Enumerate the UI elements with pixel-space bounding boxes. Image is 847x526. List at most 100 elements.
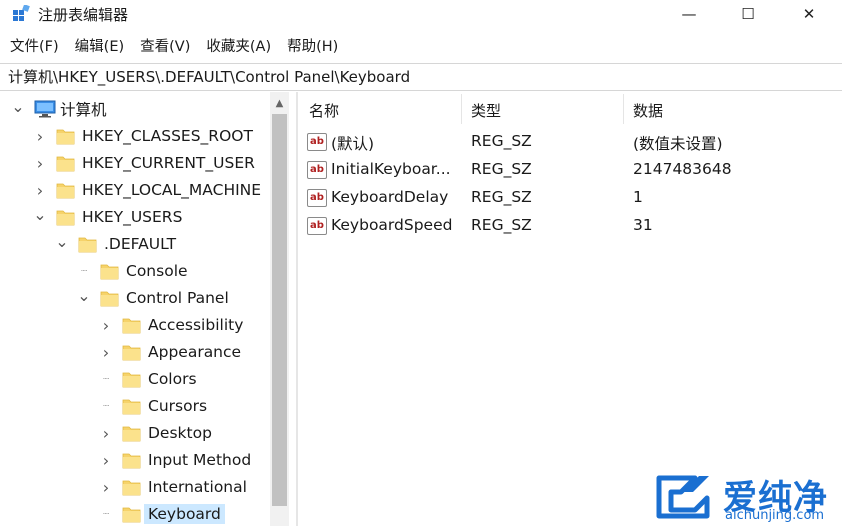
column-divider[interactable]	[461, 94, 462, 124]
watermark-logo-icon	[656, 475, 710, 519]
tree-item-hkey-users[interactable]: ⌄ HKEY_USERS	[33, 204, 183, 230]
maximize-button[interactable]: ☐	[725, 0, 771, 28]
list-header: 名称 类型 数据	[299, 92, 839, 126]
chevron-right-icon[interactable]: ›	[100, 343, 112, 362]
string-value-icon: ab	[307, 133, 327, 151]
tree-item-desktop[interactable]: › Desktop	[100, 420, 212, 446]
column-type-header[interactable]: 类型	[471, 100, 501, 121]
window-title: 注册表编辑器	[38, 6, 129, 24]
tree-item-international[interactable]: › International	[100, 474, 247, 500]
tree-connector-icon: ┈	[102, 508, 110, 520]
watermark: 爱纯净 aichunjing.com	[655, 470, 845, 526]
value-row[interactable]: ab InitialKeyboar... REG_SZ 2147483648	[299, 156, 839, 184]
tree-item-hkey-current-user[interactable]: › HKEY_CURRENT_USER	[34, 150, 255, 176]
tree-item-keyboard[interactable]: ┈ Keyboard	[100, 501, 225, 526]
tree-item-console[interactable]: ┈ Console	[78, 258, 188, 284]
tree-connector-icon: ┈	[102, 373, 110, 385]
chevron-down-icon[interactable]: ⌄	[33, 205, 46, 224]
tree-item-hkey-local-machine[interactable]: › HKEY_LOCAL_MACHINE	[34, 177, 261, 203]
value-row[interactable]: ab KeyboardSpeed REG_SZ 31	[299, 212, 839, 240]
tree-item-label: HKEY_CURRENT_USER	[82, 154, 255, 172]
value-type-cell: REG_SZ	[471, 132, 532, 150]
folder-icon	[122, 505, 141, 523]
menu-bar: 文件(F) 编辑(E) 查看(V) 收藏夹(A) 帮助(H)	[0, 34, 348, 60]
chevron-right-icon[interactable]: ›	[100, 424, 112, 443]
tree-item-label: Appearance	[148, 343, 242, 361]
folder-icon	[78, 235, 97, 253]
string-value-icon: ab	[307, 189, 327, 207]
tree-item-colors[interactable]: ┈ Colors	[100, 366, 197, 392]
folder-icon	[122, 397, 141, 415]
value-data-cell: 31	[633, 216, 653, 234]
menu-view[interactable]: 查看(V)	[134, 34, 196, 60]
tree-item-control-panel[interactable]: ⌄ Control Panel	[77, 285, 229, 311]
chevron-down-icon[interactable]: ⌄	[77, 286, 90, 305]
close-icon: ✕	[802, 5, 816, 23]
value-type-cell: REG_SZ	[471, 188, 532, 206]
tree-item-default[interactable]: ⌄ .DEFAULT	[55, 231, 177, 257]
tree-item-label: Keyboard	[144, 504, 225, 524]
title-bar: 注册表编辑器 — ☐ ✕	[0, 0, 847, 30]
chevron-right-icon[interactable]: ›	[100, 451, 112, 470]
value-row[interactable]: ab KeyboardDelay REG_SZ 1	[299, 184, 839, 212]
folder-icon	[56, 208, 75, 226]
chevron-right-icon[interactable]: ›	[34, 154, 46, 173]
menu-edit[interactable]: 编辑(E)	[69, 34, 130, 60]
watermark-url: aichunjing.com	[725, 508, 825, 523]
minimize-icon: —	[681, 5, 697, 23]
tree-item-hkey-classes-root[interactable]: › HKEY_CLASSES_ROOT	[34, 123, 253, 149]
tree-connector-icon: ┈	[80, 265, 88, 277]
scroll-up-arrow-icon[interactable]: ▲	[270, 96, 289, 110]
value-type-cell: REG_SZ	[471, 160, 532, 178]
tree-item-accessibility[interactable]: › Accessibility	[100, 312, 244, 338]
key-tree: ⌄ 计算机 › HKEY_CLASSES_ROOT › HKEY_CURRENT_USER…	[0, 92, 292, 526]
tree-item-[interactable]: ⌄ 计算机	[11, 96, 107, 122]
folder-icon	[122, 343, 141, 361]
chevron-right-icon[interactable]: ›	[34, 127, 46, 146]
folder-icon	[100, 262, 119, 280]
folder-icon	[122, 370, 141, 388]
tree-item-label: 计算机	[60, 101, 107, 119]
menu-favorites[interactable]: 收藏夹(A)	[200, 34, 277, 60]
address-bar[interactable]: 计算机\HKEY_USERS\.DEFAULT\Control Panel\Ke…	[0, 63, 842, 91]
folder-icon	[56, 127, 75, 145]
tree-item-label: International	[148, 478, 247, 496]
chevron-right-icon[interactable]: ›	[100, 478, 112, 497]
scrollbar-thumb[interactable]	[272, 114, 287, 506]
string-value-icon: ab	[307, 217, 327, 235]
maximize-icon: ☐	[741, 5, 755, 23]
column-name-header[interactable]: 名称	[309, 100, 339, 121]
menu-file[interactable]: 文件(F)	[0, 34, 65, 60]
menu-help[interactable]: 帮助(H)	[281, 34, 344, 60]
chevron-down-icon[interactable]: ⌄	[11, 97, 24, 116]
chevron-right-icon[interactable]: ›	[34, 181, 46, 200]
folder-icon	[122, 424, 141, 442]
tree-item-appearance[interactable]: › Appearance	[100, 339, 241, 365]
value-row[interactable]: ab (默认) REG_SZ (数值未设置)	[299, 128, 839, 156]
value-name-cell: InitialKeyboar...	[331, 160, 451, 178]
column-divider[interactable]	[623, 94, 624, 124]
string-value-icon: ab	[307, 161, 327, 179]
tree-item-label: Control Panel	[126, 289, 229, 307]
folder-icon	[100, 289, 119, 307]
tree-item-label: HKEY_USERS	[82, 208, 183, 226]
value-data-cell: (数值未设置)	[633, 135, 723, 153]
close-button[interactable]: ✕	[786, 0, 832, 28]
folder-icon	[122, 478, 141, 496]
folder-icon	[56, 181, 75, 199]
pane-splitter[interactable]	[296, 92, 298, 526]
tree-item-label: .DEFAULT	[104, 235, 177, 253]
chevron-right-icon[interactable]: ›	[100, 316, 112, 335]
folder-icon	[122, 316, 141, 334]
folder-icon	[56, 154, 75, 172]
value-name-cell: KeyboardDelay	[331, 188, 449, 206]
minimize-button[interactable]: —	[666, 0, 712, 28]
value-name-cell: (默认)	[331, 135, 375, 153]
chevron-down-icon[interactable]: ⌄	[55, 232, 68, 251]
tree-item-input-method[interactable]: › Input Method	[100, 447, 251, 473]
tree-connector-icon: ┈	[102, 400, 110, 412]
column-data-header[interactable]: 数据	[633, 100, 663, 121]
folder-icon	[122, 451, 141, 469]
tree-scrollbar[interactable]: ▲	[270, 92, 289, 526]
tree-item-cursors[interactable]: ┈ Cursors	[100, 393, 207, 419]
